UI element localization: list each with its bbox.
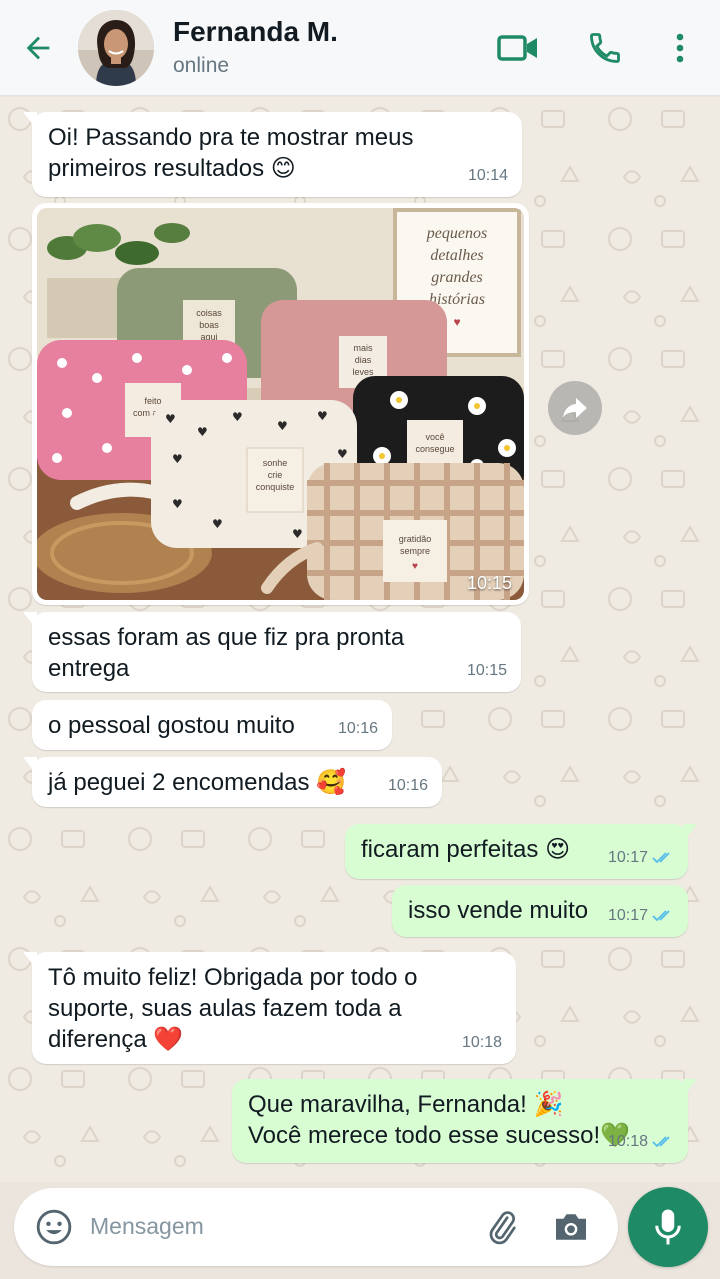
message-text: Tô muito feliz! Obrigada por todo o supor… [48, 964, 418, 1053]
contact-name[interactable]: Fernanda M. [173, 16, 338, 48]
svg-text:grandes: grandes [431, 269, 483, 286]
svg-text:gratidão: gratidão [399, 534, 432, 544]
svg-text:você: você [425, 432, 444, 442]
message-time: 10:18 [608, 1126, 674, 1157]
read-receipt-icon [652, 910, 670, 922]
chat-header: Fernanda M. online [0, 0, 720, 96]
svg-text:♥: ♥ [337, 447, 348, 461]
message-text: já peguei 2 encomendas 🥰 [48, 768, 347, 796]
message-time: 10:16 [337, 720, 378, 737]
more-options-icon[interactable] [658, 26, 702, 70]
message-bubble-incoming[interactable]: essas foram as que fiz pra pronta entrega… [23, 612, 521, 692]
svg-text:crie: crie [268, 470, 283, 480]
svg-text:leves: leves [352, 367, 374, 377]
svg-text:♥: ♥ [172, 497, 183, 511]
svg-text:♥: ♥ [232, 410, 243, 424]
read-receipt-icon [652, 852, 670, 864]
message-bubble-incoming[interactable]: Tô muito feliz! Obrigada por todo o supor… [23, 952, 516, 1064]
camera-icon[interactable] [549, 1205, 593, 1249]
message-time: 10:16 [387, 777, 428, 794]
svg-text:feito: feito [144, 396, 161, 406]
svg-text:♥: ♥ [453, 315, 460, 329]
attach-icon[interactable] [480, 1205, 524, 1249]
message-bubble-outgoing[interactable]: Que maravilha, Fernanda! 🎉 Você merece to… [232, 1079, 697, 1163]
message-bubble-incoming[interactable]: Oi! Passando pra te mostrar meus primeiro… [23, 112, 522, 197]
back-arrow-icon[interactable] [18, 28, 58, 68]
mic-icon[interactable] [628, 1187, 708, 1267]
voice-call-icon[interactable] [583, 26, 627, 70]
message-text: o pessoal gostou muito [48, 712, 295, 739]
svg-text:mais: mais [353, 343, 373, 353]
photo-bags[interactable]: pequenos detalhes grandes histórias ♥ co… [37, 208, 524, 600]
read-receipt-icon [652, 1136, 670, 1148]
message-time: 10:15 [466, 573, 512, 593]
message-time: 10:17 [608, 900, 674, 931]
svg-text:coisas: coisas [196, 308, 222, 318]
svg-text:♥: ♥ [292, 527, 303, 541]
svg-text:pequenos: pequenos [426, 225, 487, 242]
chat-area[interactable]: Oi! Passando pra te mostrar meus primeiro… [0, 97, 720, 1182]
message-time: 10:18 [461, 1034, 502, 1051]
forward-icon[interactable] [548, 381, 602, 435]
message-time: 10:14 [467, 167, 508, 184]
svg-text:boas: boas [199, 320, 219, 330]
contact-status: online [173, 54, 230, 77]
message-bubble-outgoing[interactable]: ficaram perfeitas 😍 10:17 [345, 824, 697, 879]
image-message[interactable]: pequenos detalhes grandes histórias ♥ co… [32, 203, 529, 605]
svg-text:♥: ♥ [412, 561, 418, 572]
message-bubble-incoming[interactable]: o pessoal gostou muito 10:16 [32, 700, 392, 750]
svg-text:dias: dias [355, 355, 372, 365]
svg-text:♥: ♥ [317, 409, 328, 423]
svg-text:consegue: consegue [415, 444, 454, 454]
svg-text:♥: ♥ [197, 425, 208, 439]
svg-text:♥: ♥ [277, 419, 288, 433]
message-time: 10:17 [608, 842, 674, 873]
message-input[interactable] [90, 1206, 470, 1246]
svg-text:♥: ♥ [172, 452, 183, 466]
svg-text:conquiste: conquiste [256, 482, 295, 492]
message-bubble-incoming[interactable]: já peguei 2 encomendas 🥰 10:16 [23, 757, 442, 807]
message-composer [14, 1188, 618, 1266]
message-text: essas foram as que fiz pra pronta entrega [48, 624, 405, 682]
svg-text:♥: ♥ [165, 412, 176, 426]
emoji-icon[interactable] [32, 1205, 76, 1249]
message-bubble-outgoing[interactable]: isso vende muito 10:17 [392, 885, 688, 937]
avatar[interactable] [78, 10, 154, 86]
video-call-icon[interactable] [496, 26, 540, 70]
svg-text:♥: ♥ [212, 517, 223, 531]
message-text: Oi! Passando pra te mostrar meus primeiro… [48, 124, 414, 182]
svg-text:sempre: sempre [400, 546, 430, 556]
svg-text:detalhes: detalhes [430, 247, 483, 264]
message-time: 10:15 [466, 662, 507, 679]
svg-text:sonhe: sonhe [263, 458, 288, 468]
